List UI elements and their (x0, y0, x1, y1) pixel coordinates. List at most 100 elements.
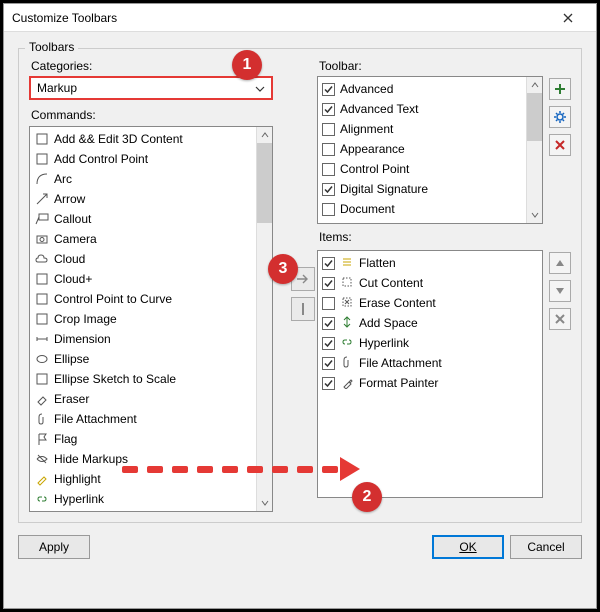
checkbox[interactable] (322, 143, 335, 156)
item-label: Flatten (359, 256, 396, 270)
command-row[interactable]: Add && Edit 3D Content (30, 129, 272, 149)
scroll-down-icon[interactable] (257, 495, 272, 511)
command-row[interactable]: Crop Image (30, 309, 272, 329)
toolbar-row[interactable]: Digital Signature (318, 179, 542, 199)
checkbox[interactable] (322, 123, 335, 136)
command-icon (34, 411, 50, 427)
command-row[interactable]: Cloud+ (30, 269, 272, 289)
command-row[interactable]: Add Control Point (30, 149, 272, 169)
command-icon (34, 211, 50, 227)
command-row[interactable]: Camera (30, 229, 272, 249)
separator-button[interactable] (291, 297, 315, 321)
checkbox[interactable] (322, 357, 335, 370)
toolbar-row[interactable]: Control Point (318, 159, 542, 179)
command-icon (34, 231, 50, 247)
move-down-button[interactable] (549, 280, 571, 302)
command-row[interactable]: Eraser (30, 389, 272, 409)
x-icon (554, 139, 566, 151)
toolbar-row[interactable]: Appearance (318, 139, 542, 159)
command-row[interactable]: Control Point to Curve (30, 289, 272, 309)
cancel-button[interactable]: Cancel (510, 535, 582, 559)
item-row[interactable]: File Attachment (318, 353, 542, 373)
apply-button[interactable]: Apply (18, 535, 90, 559)
item-row[interactable]: Flatten (318, 253, 542, 273)
item-row[interactable]: Format Painter (318, 373, 542, 393)
item-row[interactable]: Erase Content (318, 293, 542, 313)
close-button[interactable] (548, 8, 588, 28)
command-row[interactable]: Flag (30, 429, 272, 449)
checkbox[interactable] (322, 377, 335, 390)
toolbar-settings-button[interactable] (549, 106, 571, 128)
command-row[interactable]: Ellipse Sketch to Scale (30, 369, 272, 389)
item-row[interactable]: Hyperlink (318, 333, 542, 353)
item-row[interactable]: Cut Content (318, 273, 542, 293)
delete-toolbar-button[interactable] (549, 134, 571, 156)
toolbar-item-label: Advanced (340, 82, 393, 96)
ok-button[interactable]: OK (432, 535, 504, 559)
commands-listbox[interactable]: Add && Edit 3D ContentAdd Control PointA… (29, 126, 273, 512)
checkbox[interactable] (322, 83, 335, 96)
checkbox[interactable] (322, 223, 335, 225)
command-row[interactable]: Arrow (30, 189, 272, 209)
toolbar-row[interactable]: Alignment (318, 119, 542, 139)
scroll-down-icon[interactable] (527, 207, 542, 223)
move-up-button[interactable] (549, 252, 571, 274)
item-label: Add Space (359, 316, 418, 330)
triangle-up-icon (555, 258, 565, 268)
checkbox[interactable] (322, 257, 335, 270)
toolbar-row[interactable]: Document (318, 199, 542, 219)
plus-icon (554, 83, 566, 95)
checkbox[interactable] (322, 317, 335, 330)
item-row[interactable]: Add Space (318, 313, 542, 333)
command-row[interactable]: Dimension (30, 329, 272, 349)
checkbox[interactable] (322, 163, 335, 176)
item-icon (340, 375, 354, 392)
checkbox[interactable] (322, 277, 335, 290)
remove-item-button[interactable] (549, 308, 571, 330)
command-icon (34, 311, 50, 327)
command-row[interactable]: Hyperlink (30, 489, 272, 509)
item-icon (340, 335, 354, 352)
command-label: Flag (54, 432, 77, 446)
scrollbar[interactable] (256, 127, 272, 511)
command-icon (34, 391, 50, 407)
checkbox[interactable] (322, 103, 335, 116)
command-row[interactable]: Cloud (30, 249, 272, 269)
toolbar-row[interactable]: Advanced (318, 79, 542, 99)
scroll-thumb[interactable] (527, 93, 542, 141)
fieldset-legend: Toolbars (25, 40, 78, 54)
command-row[interactable]: Image (30, 509, 272, 512)
command-icon (34, 271, 50, 287)
command-icon (34, 171, 50, 187)
command-icon (34, 131, 50, 147)
scroll-up-icon[interactable] (257, 127, 272, 143)
scroll-thumb[interactable] (257, 143, 272, 223)
command-label: Hyperlink (54, 492, 104, 506)
customize-toolbars-dialog: Customize Toolbars Toolbars Categories: … (3, 3, 597, 609)
toolbar-listbox[interactable]: Advanced Advanced TextAlignmentAppearance… (317, 76, 543, 224)
command-label: Camera (54, 232, 97, 246)
categories-dropdown[interactable]: Markup (29, 76, 273, 100)
toolbar-row[interactable]: Document Management (318, 219, 542, 224)
checkbox[interactable] (322, 203, 335, 216)
checkbox[interactable] (322, 297, 335, 310)
item-icon (340, 255, 354, 272)
command-row[interactable]: File Attachment (30, 409, 272, 429)
command-row[interactable]: Arc (30, 169, 272, 189)
scrollbar[interactable] (526, 77, 542, 223)
checkbox[interactable] (322, 183, 335, 196)
scroll-up-icon[interactable] (527, 77, 542, 93)
callout-2: 2 (352, 482, 382, 512)
item-label: Hyperlink (359, 336, 409, 350)
toolbar-row[interactable]: Advanced Text (318, 99, 542, 119)
toolbars-fieldset: Toolbars Categories: Markup Commands: Ad… (18, 48, 582, 523)
toolbar-label: Toolbar: (317, 59, 571, 73)
command-icon (34, 431, 50, 447)
chevron-down-icon (255, 83, 265, 97)
command-row[interactable]: Callout (30, 209, 272, 229)
command-row[interactable]: Ellipse (30, 349, 272, 369)
add-toolbar-button[interactable] (549, 78, 571, 100)
item-icon (340, 315, 354, 332)
checkbox[interactable] (322, 337, 335, 350)
command-label: Hide Markups (54, 452, 128, 466)
